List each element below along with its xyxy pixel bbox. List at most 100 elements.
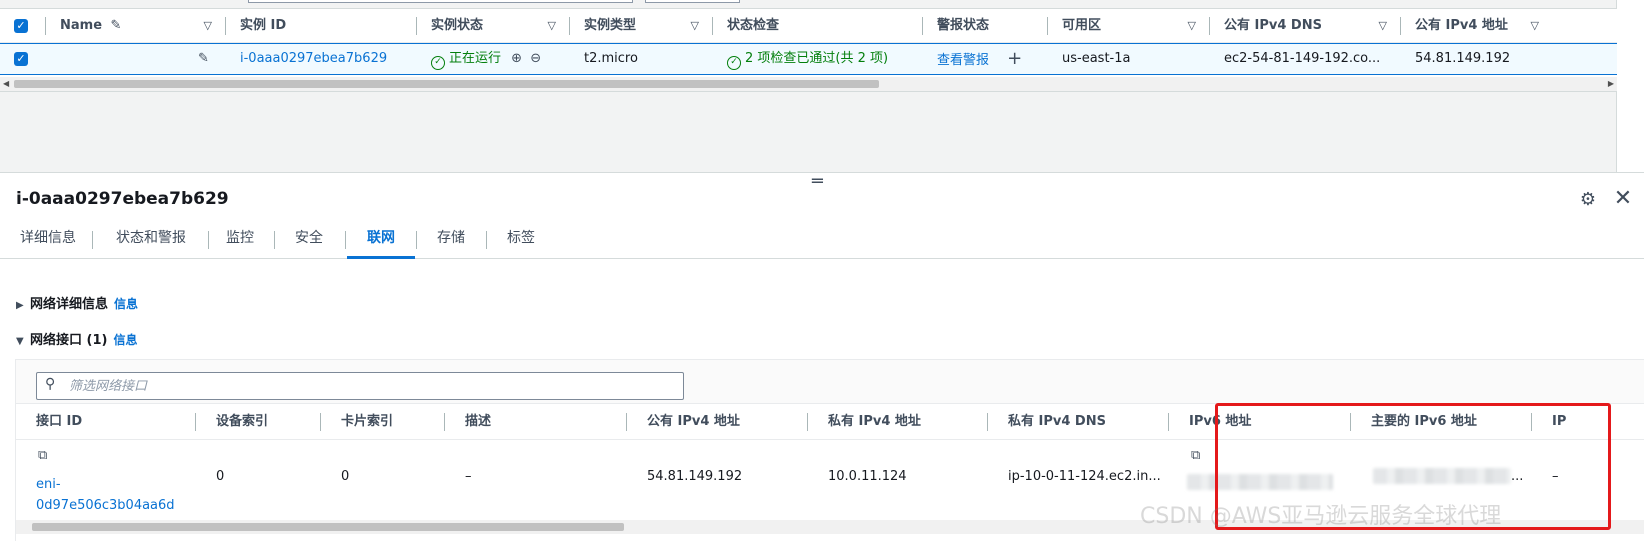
instance-state-text: 正在运行: [449, 51, 502, 66]
search-bar-stub: [248, 0, 633, 3]
watermark-text: CSDN @AWS亚马逊云服务全球代理: [1140, 504, 1502, 529]
public-ipv4-cell: 54.81.149.192: [1401, 44, 1617, 74]
instance-state-cell: ✓ 正在运行 ⊕ ⊖: [417, 44, 570, 74]
col-label: 状态检查: [727, 18, 780, 33]
filter-input[interactable]: [69, 376, 669, 396]
select-all-checkbox[interactable]: ✓: [14, 19, 28, 33]
col-label: 私有 IPv4 DNS: [1008, 414, 1106, 429]
row-checkbox[interactable]: ✓: [14, 52, 28, 66]
close-icon[interactable]: ✕: [1612, 187, 1634, 211]
col-header-card-index[interactable]: 卡片索引: [321, 404, 445, 440]
availability-zone-cell: us-east-1a: [1048, 44, 1210, 74]
sort-triangle-icon[interactable]: ▽: [548, 9, 556, 43]
col-header-public-ipv4[interactable]: 公有 IPv4 地址 ▽: [1401, 9, 1617, 43]
status-check-cell: ✓ 2 项检查已通过(共 2 项): [713, 44, 923, 74]
tab-storage[interactable]: 存储: [418, 221, 484, 259]
sort-triangle-icon[interactable]: ▽: [1531, 9, 1539, 43]
col-header-instance-type[interactable]: 实例类型 ▽: [570, 9, 713, 43]
section-label: 网络接口 (1): [30, 333, 108, 348]
col-label: 设备索引: [216, 414, 269, 429]
network-interfaces-section[interactable]: ▼ 网络接口 (1) 信息: [16, 329, 137, 348]
col-label: 实例状态: [431, 18, 484, 33]
col-header-public-ipv4[interactable]: 公有 IPv4 地址: [627, 404, 808, 440]
tab-status-alarms[interactable]: 状态和警报: [98, 221, 204, 259]
col-label: 卡片索引: [341, 414, 394, 429]
scroll-thumb[interactable]: [14, 80, 879, 88]
scroll-thumb[interactable]: [32, 523, 624, 531]
instance-type-text: t2.micro: [584, 51, 638, 66]
resize-handle-icon[interactable]: ═: [812, 173, 823, 191]
col-header-instance-state[interactable]: 实例状态 ▽: [417, 9, 570, 43]
col-label: 可用区: [1062, 18, 1102, 33]
col-header-interface-id[interactable]: 接口 ID: [16, 404, 196, 440]
instances-table: ✓ Name ✎ ▽ 实例 ID 实例状态 ▽ 实例类型 ▽ 状态检查 警报状态…: [0, 8, 1617, 92]
col-label: 公有 IPv4 地址: [1415, 18, 1508, 33]
description-cell: –: [445, 440, 627, 512]
description-text: –: [465, 469, 472, 484]
instances-table-header: ✓ Name ✎ ▽ 实例 ID 实例状态 ▽ 实例类型 ▽ 状态检查 警报状态…: [0, 9, 1617, 43]
status-check-text: 2 项检查已通过(共 2 项): [745, 51, 889, 66]
detail-tabs: 详细信息 状态和警报 监控 安全 联网 存储 标签: [0, 221, 1644, 259]
col-label: 公有 IPv4 DNS: [1224, 18, 1322, 33]
col-header-instance-id[interactable]: 实例 ID: [226, 9, 417, 43]
gear-icon[interactable]: ⚙: [1577, 189, 1599, 211]
tab-details[interactable]: 详细信息: [8, 221, 88, 259]
private-ipv4-cell: 10.0.11.124: [808, 440, 988, 512]
tab-networking[interactable]: 联网: [347, 221, 415, 259]
interface-id-link[interactable]: eni- 0d97e506c3b04aa6d: [36, 474, 175, 512]
col-header-public-dns[interactable]: 公有 IPv4 DNS ▽: [1210, 9, 1401, 43]
sort-triangle-icon[interactable]: ▽: [1379, 9, 1387, 43]
sort-triangle-icon[interactable]: ▽: [204, 9, 212, 43]
col-header-private-dns[interactable]: 私有 IPv4 DNS: [988, 404, 1169, 440]
col-label: 实例 ID: [240, 18, 287, 33]
card-index-cell: 0: [321, 440, 445, 512]
instance-id-link[interactable]: i-0aaa0297ebea7b629: [240, 51, 387, 66]
edit-pencil-icon[interactable]: ✎: [198, 44, 209, 74]
info-link[interactable]: 信息: [113, 333, 137, 347]
filter-field[interactable]: ⚲: [36, 372, 684, 400]
col-header-device-index[interactable]: 设备索引: [196, 404, 321, 440]
name-cell[interactable]: ✎: [46, 44, 226, 74]
scroll-right-arrow[interactable]: ▶: [1608, 77, 1614, 91]
plus-icon[interactable]: +: [1007, 48, 1022, 69]
col-header-alarm-status[interactable]: 警报状态: [923, 9, 1048, 43]
panel-title: i-0aaa0297ebea7b629: [16, 189, 229, 209]
section-label: 网络详细信息: [30, 297, 109, 312]
zoom-out-icon[interactable]: ⊖: [530, 51, 541, 66]
instances-horizontal-scrollbar[interactable]: ◀ ▶: [0, 77, 1617, 91]
caret-right-icon: ▶: [16, 300, 24, 311]
public-ipv4-cell: 54.81.149.192: [627, 440, 808, 512]
tab-monitoring[interactable]: 监控: [212, 221, 268, 259]
col-label: 公有 IPv4 地址: [647, 414, 740, 429]
col-header-name[interactable]: Name ✎ ▽: [46, 9, 226, 43]
col-header-private-ipv4[interactable]: 私有 IPv4 地址: [808, 404, 988, 440]
tab-tags[interactable]: 标签: [488, 221, 554, 259]
interface-id-cell: ⧉ eni- 0d97e506c3b04aa6d: [16, 440, 196, 512]
instances-area: ✓ Name ✎ ▽ 实例 ID 实例状态 ▽ 实例类型 ▽ 状态检查 警报状态…: [0, 0, 1617, 172]
instance-row[interactable]: ✓ ✎ i-0aaa0297ebea7b629 ✓ 正在运行 ⊕ ⊖ t2.mic…: [0, 43, 1617, 75]
copy-icon[interactable]: ⧉: [1191, 448, 1200, 463]
public-dns-cell: ec2-54-81-149-192.co...: [1210, 44, 1401, 74]
interface-id-part1: eni-: [36, 477, 61, 492]
zoom-in-icon[interactable]: ⊕: [511, 51, 522, 66]
info-link[interactable]: 信息: [114, 297, 138, 311]
view-alarms-link[interactable]: 查看警报: [937, 53, 989, 68]
col-header-description[interactable]: 描述: [445, 404, 627, 440]
col-label: 实例类型: [584, 18, 637, 33]
scroll-left-arrow[interactable]: ◀: [3, 77, 9, 91]
sort-triangle-icon[interactable]: ▽: [691, 9, 699, 43]
sort-triangle-icon[interactable]: ▽: [1188, 9, 1196, 43]
copy-icon[interactable]: ⧉: [38, 448, 47, 463]
private-dns-text: ip-10-0-11-124.ec2.in...: [1008, 469, 1161, 484]
caret-down-icon: ▼: [16, 336, 24, 347]
interface-id-part2: 0d97e506c3b04aa6d: [36, 498, 175, 512]
tab-security[interactable]: 安全: [278, 221, 340, 259]
col-header-availability-zone[interactable]: 可用区 ▽: [1048, 9, 1210, 43]
edit-pencil-icon: ✎: [110, 18, 122, 33]
col-label: Name: [60, 18, 103, 33]
filter-bar: ⚲: [16, 360, 1644, 404]
network-details-section[interactable]: ▶ 网络详细信息 信息: [16, 293, 138, 312]
select-all-cell: ✓: [0, 9, 46, 43]
row-select-cell: ✓: [0, 44, 46, 74]
col-header-status-check[interactable]: 状态检查: [713, 9, 923, 43]
